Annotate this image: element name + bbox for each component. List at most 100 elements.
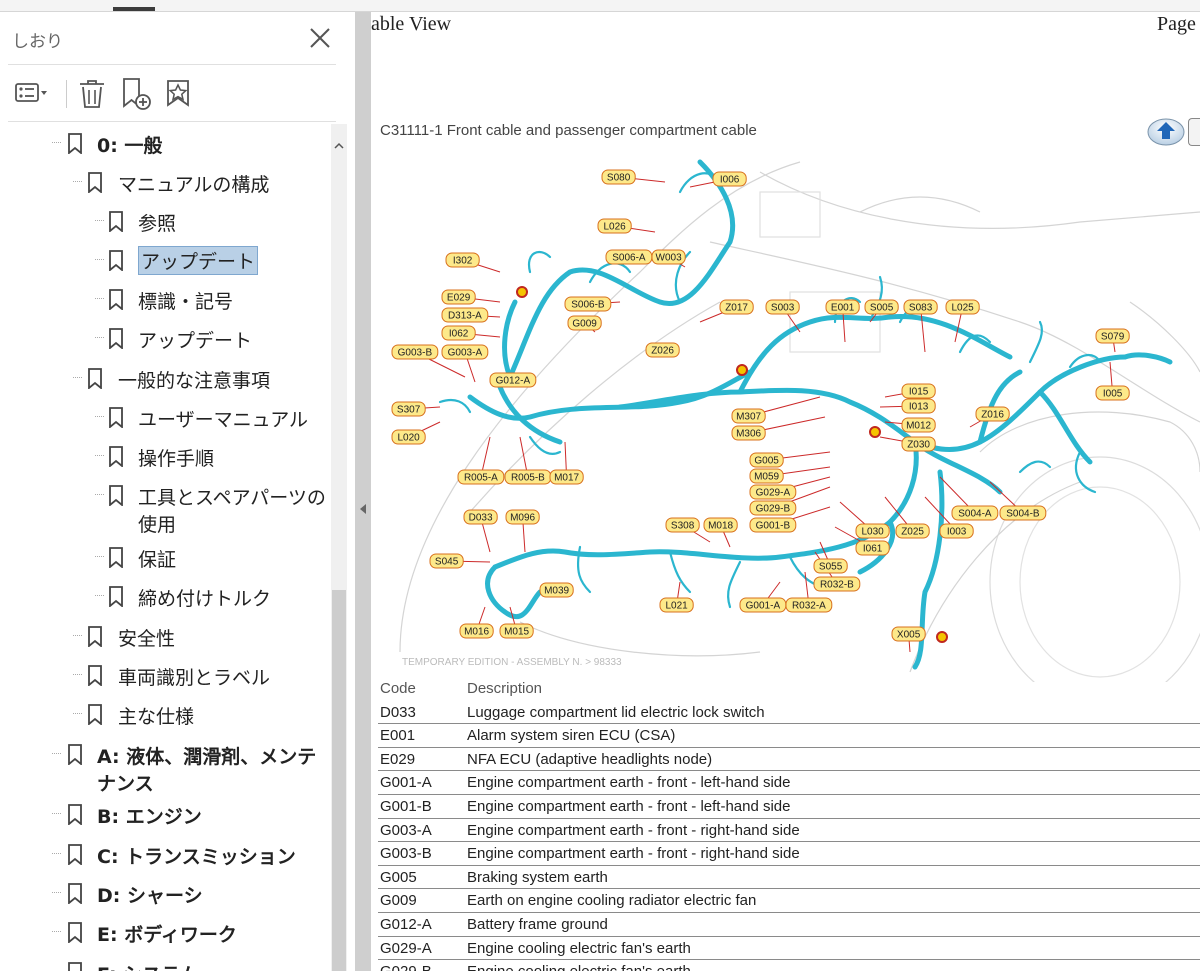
connector-callout: L021 xyxy=(659,597,694,613)
connector-callout: W003 xyxy=(651,249,686,265)
connector-callout: E029 xyxy=(441,289,476,305)
document-view[interactable]: able View Page C31111-1 Front cable and … xyxy=(371,12,1200,971)
connector-callout: S308 xyxy=(665,517,700,533)
scroll-up-button[interactable] xyxy=(331,138,347,154)
bookmark-star-icon xyxy=(167,80,189,107)
bookmark-item[interactable]: 参照 xyxy=(0,202,330,240)
table-row: G005 Braking system earth xyxy=(378,866,1200,890)
bookmark-item[interactable]: 標識・記号 xyxy=(0,280,330,318)
connector-callout: S004-B xyxy=(999,505,1047,521)
options-menu-button[interactable] xyxy=(12,75,50,111)
connector-callout: M307 xyxy=(731,408,766,424)
arrow-up-icon xyxy=(1147,118,1185,146)
cable-branch xyxy=(438,398,472,414)
callout-code-label: G001-B xyxy=(756,521,791,532)
collapse-panel-button[interactable] xyxy=(358,500,368,514)
new-bookmark-button[interactable] xyxy=(118,75,156,111)
bookmark-item[interactable]: E: ボディワーク xyxy=(0,913,330,951)
harness-segment xyxy=(737,313,1013,395)
connector-callout: S307 xyxy=(391,401,426,417)
tree-expander-icon[interactable] xyxy=(52,749,61,758)
callout-code-label: G003-B xyxy=(398,348,433,359)
tree-expander-icon[interactable] xyxy=(52,888,61,897)
column-header-description: Description xyxy=(467,680,543,697)
connector-callout: G003-A xyxy=(441,344,489,360)
component-code-table: Code Description D033 Luggage compartment l… xyxy=(378,677,1200,971)
connector-callout: G009 xyxy=(567,315,602,331)
callout-code-label: D313-A xyxy=(448,311,482,322)
connector-callout: G003-B xyxy=(391,344,439,360)
bookmark-item[interactable]: B: エンジン xyxy=(0,795,330,833)
bookmark-item[interactable]: 一般的な注意事項 xyxy=(0,359,330,397)
bookmark-icon xyxy=(109,547,123,568)
callout-code-label: I003 xyxy=(947,527,967,538)
connector-callout: S083 xyxy=(903,299,938,315)
tree-expander-icon[interactable] xyxy=(73,631,82,640)
callout-code-label: S055 xyxy=(819,562,843,573)
tree-connector-icon xyxy=(95,556,104,557)
bookmark-item[interactable]: D: シャーシ xyxy=(0,874,330,912)
bookmarks-panel: しおり 0: 一般 マニュアルの構成 参照 アップデート 標識・記号 アップデー… xyxy=(0,12,355,971)
scrollbar-thumb[interactable] xyxy=(332,590,346,971)
bookmark-label: B: エンジン xyxy=(97,806,202,828)
tree-expander-icon[interactable] xyxy=(52,849,61,858)
callout-code-label: L020 xyxy=(397,433,420,444)
callout-code-label: S079 xyxy=(1101,332,1125,343)
bookmarks-scrollbar[interactable] xyxy=(331,124,347,971)
callout-code-label: D033 xyxy=(469,513,493,524)
bookmark-label: 工具とスペアパーツの xyxy=(138,487,326,509)
tree-expander-icon[interactable] xyxy=(73,373,82,382)
cable-branch xyxy=(1018,460,1052,474)
bookmark-item[interactable]: 主な仕様 xyxy=(0,695,330,733)
bookmark-item[interactable]: 保証 xyxy=(0,538,330,576)
bookmark-item[interactable]: 締め付けトルク xyxy=(0,577,330,615)
connector-callout: Z026 xyxy=(645,342,680,358)
panel-splitter[interactable] xyxy=(355,12,371,971)
tree-connector-icon xyxy=(95,259,104,260)
close-panel-button[interactable] xyxy=(306,24,334,52)
bookmark-item[interactable]: 0: 一般 xyxy=(0,124,330,162)
bookmark-item[interactable]: F: システム xyxy=(0,953,330,971)
bookmark-item[interactable]: アップデート xyxy=(0,319,330,357)
connector-callout: R005-A xyxy=(457,469,505,485)
callout-code-label: S045 xyxy=(435,557,459,568)
bookmark-label: 操作手順 xyxy=(138,448,215,470)
cell-description: Engine cooling electric fan's earth xyxy=(467,939,691,957)
bookmark-item[interactable]: C: トランスミッション xyxy=(0,835,330,873)
tree-expander-icon[interactable] xyxy=(52,138,61,147)
tree-connector-icon xyxy=(95,595,104,596)
delete-bookmark-button[interactable] xyxy=(74,75,112,111)
page-nav-button[interactable] xyxy=(1188,118,1200,146)
callout-code-label: I061 xyxy=(863,544,883,555)
callout-code-label: M018 xyxy=(708,521,733,532)
tree-expander-icon[interactable] xyxy=(52,927,61,936)
bookmark-icon xyxy=(109,211,123,232)
bookmark-item[interactable]: A: 液体、潤滑剤、メンテ ナンス xyxy=(0,735,330,795)
tree-expander-icon[interactable] xyxy=(73,177,82,186)
callout-code-label: M096 xyxy=(510,513,535,524)
wiring-diagram: S080 I006 L026 S006-A W003 I302 E029 S006-B D313… xyxy=(380,152,1200,708)
tree-expander-icon[interactable] xyxy=(52,967,61,971)
bookmark-item[interactable]: 車両識別とラベル xyxy=(0,656,330,694)
tree-connector-icon xyxy=(95,220,104,221)
go-up-button[interactable] xyxy=(1146,117,1186,147)
bookmark-item[interactable]: マニュアルの構成 xyxy=(0,163,330,201)
tree-expander-icon[interactable] xyxy=(52,809,61,818)
bookmark-item[interactable]: 工具とスペアパーツの 使用 xyxy=(0,476,330,536)
bookmark-item[interactable]: ユーザーマニュアル xyxy=(0,398,330,436)
bookmark-item[interactable]: アップデート xyxy=(0,241,330,279)
callout-code-label: I062 xyxy=(449,329,469,340)
connector-callout: M016 xyxy=(459,623,494,639)
add-bookmark-icon xyxy=(123,78,151,110)
bookmark-icon xyxy=(68,133,82,154)
callout-code-label: L021 xyxy=(665,601,688,612)
tree-expander-icon[interactable] xyxy=(73,709,82,718)
bookmark-label: A: 液体、潤滑剤、メンテ xyxy=(97,746,317,768)
bookmark-item[interactable]: 安全性 xyxy=(0,617,330,655)
callout-code-label: G012-A xyxy=(496,376,531,387)
bookmark-item[interactable]: 操作手順 xyxy=(0,437,330,475)
bookmark-settings-button[interactable] xyxy=(162,75,200,111)
table-row: G001-A Engine compartment earth - front -… xyxy=(378,771,1200,795)
connector-callout: D033 xyxy=(463,509,498,525)
tree-expander-icon[interactable] xyxy=(73,670,82,679)
